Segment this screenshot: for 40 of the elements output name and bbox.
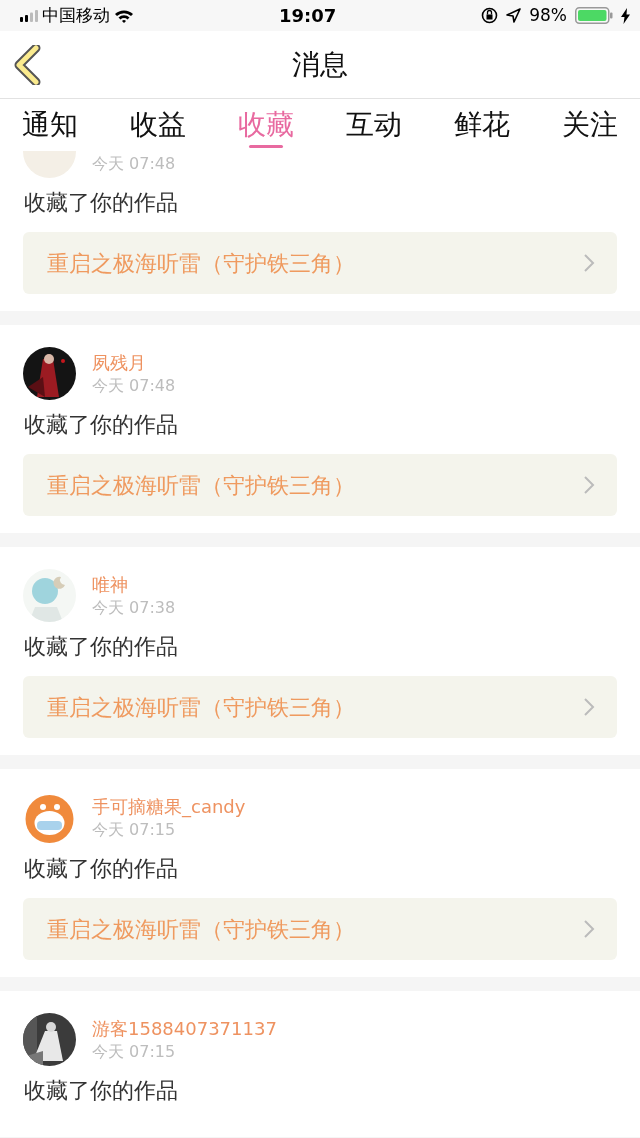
work-link[interactable]: 重启之极海听雷（守护铁三角）	[23, 676, 617, 738]
message-time: 今天 07:48	[92, 374, 176, 397]
user-name[interactable]: 唯神	[92, 572, 176, 597]
message-text: 收藏了你的作品	[24, 189, 179, 217]
signal-icon	[20, 9, 38, 22]
rotation-lock-icon	[481, 7, 499, 24]
message-text: 收藏了你的作品	[24, 633, 179, 661]
user-name[interactable]: 夙残月	[92, 350, 176, 375]
chevron-right-icon	[583, 475, 595, 495]
location-arrow-icon	[506, 8, 522, 23]
work-link[interactable]: 重启之极海听雷（守护铁三角）	[23, 454, 617, 516]
back-button[interactable]	[14, 45, 42, 85]
page-title: 消息	[292, 46, 348, 83]
chevron-right-icon	[583, 697, 595, 717]
chevron-right-icon	[583, 253, 595, 273]
back-chevron-icon	[14, 45, 42, 85]
message-text: 收藏了你的作品	[24, 411, 179, 439]
tab[interactable]: 鲜花	[454, 99, 510, 151]
chevron-right-icon	[583, 919, 595, 939]
wifi-icon	[114, 8, 134, 23]
user-name[interactable]: 游客1588407371137	[92, 1016, 277, 1041]
message-text: 收藏了你的作品	[24, 1077, 179, 1105]
tab[interactable]: 互动	[346, 99, 402, 151]
message-time: 今天 07:15	[92, 818, 177, 841]
message-time: 今天 07:48	[92, 152, 176, 175]
tab[interactable]: 关注	[562, 99, 618, 151]
clock-time: 19:07	[278, 4, 337, 28]
work-link[interactable]: 重启之极海听雷（守护铁三角）	[23, 898, 617, 960]
charging-bolt-icon	[621, 7, 630, 24]
message-text: 收藏了你的作品	[24, 855, 179, 883]
battery-percent: 98%	[529, 3, 567, 27]
work-link[interactable]: 重启之极海听雷（守护铁三角）	[23, 232, 617, 294]
message-time: 今天 07:38	[92, 596, 176, 619]
battery-icon	[575, 7, 613, 24]
user-name[interactable]: 手可摘糖果_candy	[92, 794, 246, 819]
message-time: 今天 07:15	[92, 1040, 177, 1063]
tab[interactable]: 通知	[22, 99, 78, 151]
tab[interactable]: 收藏	[238, 99, 294, 151]
carrier-name: 中国移动	[42, 3, 110, 27]
tab[interactable]: 收益	[130, 99, 186, 151]
